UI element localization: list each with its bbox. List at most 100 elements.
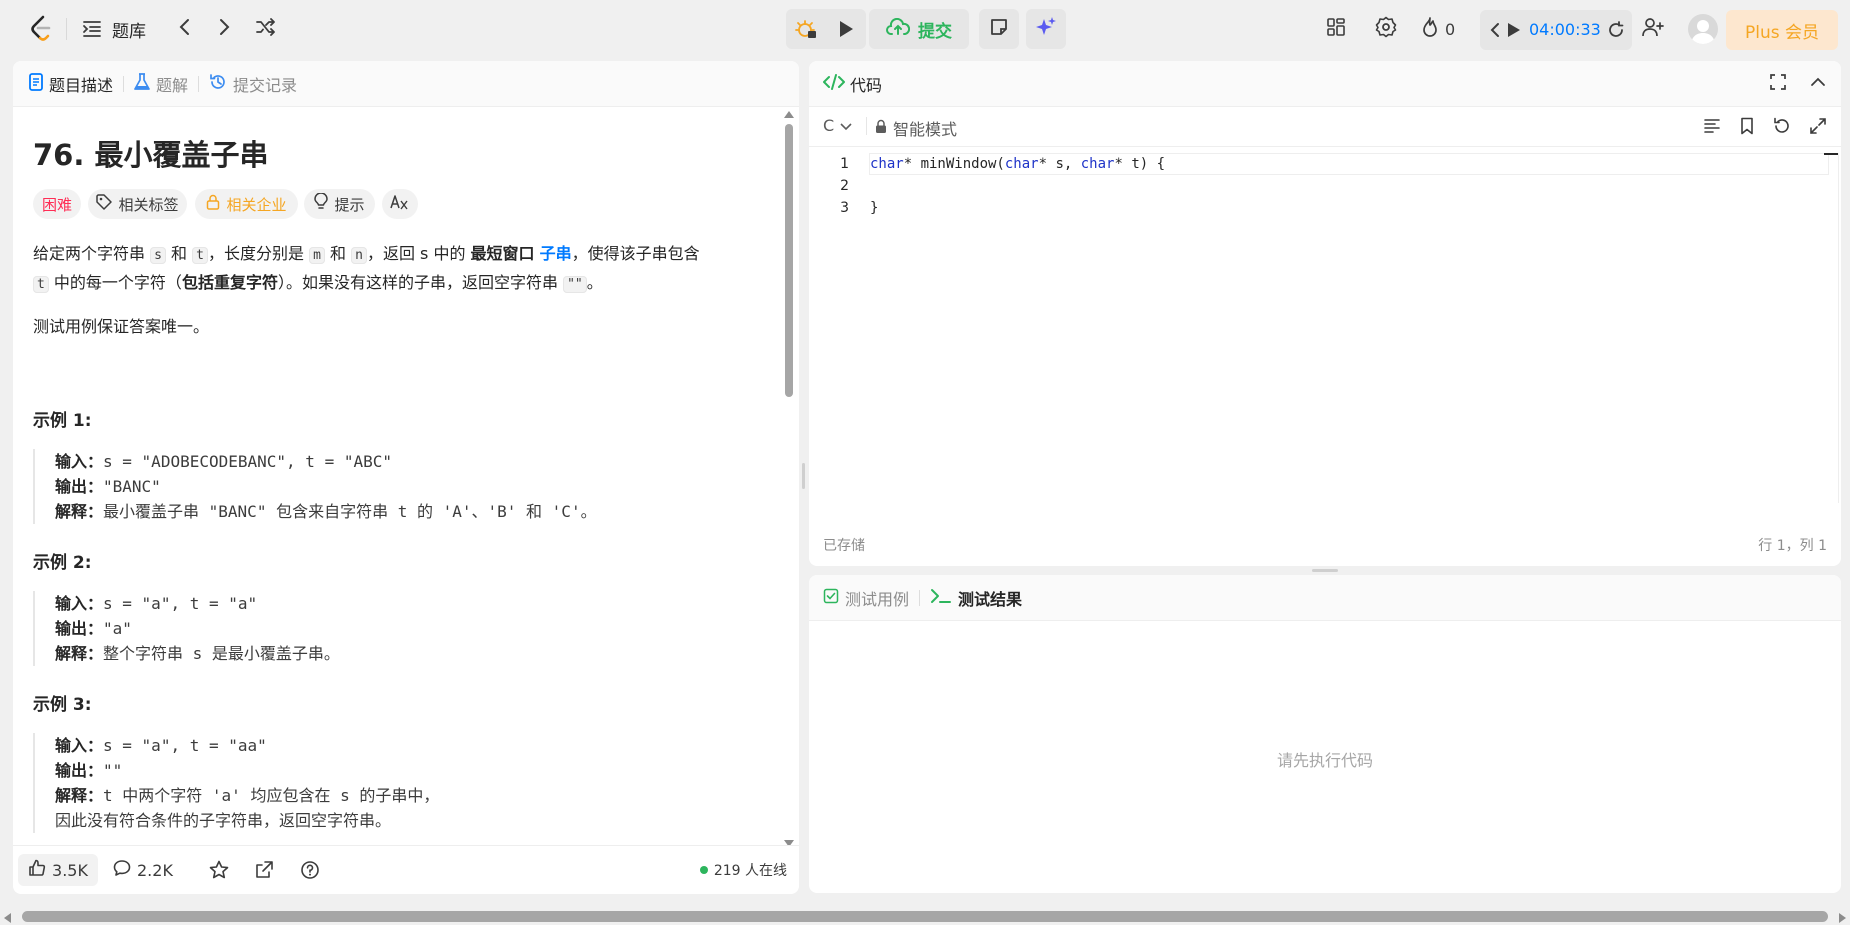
code-panel-controls — [1769, 73, 1841, 95]
related-tags-button[interactable]: 相关标签 — [88, 189, 187, 219]
leetcode-logo-icon[interactable] — [26, 14, 56, 44]
example-input: s = "a", t = "aa" — [103, 736, 267, 755]
code-editor[interactable]: 1 2 3 char* minWindow(char* s, char* t) … — [809, 147, 1841, 517]
maximize-icon[interactable] — [1769, 73, 1787, 95]
tab-test-cases[interactable]: 测试用例 — [809, 575, 919, 620]
ai-assistant-button[interactable] — [1026, 9, 1066, 49]
tab-submissions[interactable]: 提交记录 — [199, 61, 307, 106]
related-tags-label: 相关标签 — [118, 195, 179, 214]
example-input: s = "a", t = "a" — [103, 594, 258, 613]
tab-test-result-label: 测试结果 — [958, 589, 1023, 609]
notes-button[interactable] — [979, 9, 1019, 49]
divider — [66, 18, 67, 40]
code-panel-header: 代码 — [809, 61, 1841, 107]
fullscreen-expand-icon[interactable] — [1809, 117, 1827, 139]
layout-button[interactable] — [1324, 17, 1348, 41]
example-output: "a" — [103, 619, 132, 638]
desc-text: 。 — [586, 273, 603, 292]
format-align-icon[interactable] — [1703, 117, 1721, 139]
chevron-left-icon — [178, 18, 190, 40]
submit-button[interactable]: 提交 — [869, 9, 969, 49]
timer-collapse-icon[interactable] — [1490, 22, 1500, 42]
comments-button[interactable]: 2.2K — [113, 854, 173, 886]
favorite-button[interactable] — [209, 860, 229, 884]
smart-mode-toggle[interactable]: 智能模式 — [875, 116, 957, 140]
reset-undo-icon[interactable] — [1773, 117, 1791, 139]
timer-display: 04:00:33 — [1529, 20, 1601, 39]
tab-description-label: 题目描述 — [49, 75, 114, 95]
next-problem-button[interactable] — [213, 16, 237, 42]
code-text: * minWindow( — [903, 156, 1005, 172]
run-play-icon[interactable] — [826, 20, 866, 38]
desc-text: 和 — [330, 244, 347, 263]
submit-label: 提交 — [918, 21, 952, 42]
scroll-left-arrow[interactable] — [4, 913, 11, 923]
layout-grid-icon — [1326, 17, 1346, 41]
help-button[interactable] — [300, 860, 320, 884]
vertical-resize-handle[interactable] — [802, 463, 805, 489]
substring-link[interactable]: 子串 — [540, 244, 572, 263]
plus-member-button[interactable]: Plus 会员 — [1726, 10, 1838, 50]
debug-bug-icon[interactable] — [786, 18, 826, 40]
collapse-chevron-up-icon[interactable] — [1809, 73, 1827, 95]
share-button[interactable] — [254, 860, 274, 884]
scroll-up-arrow[interactable] — [784, 111, 794, 118]
timer-reset-icon[interactable] — [1607, 21, 1625, 43]
tab-code[interactable]: 代码 — [809, 61, 892, 106]
streak-count: 0 — [1445, 19, 1456, 39]
scroll-right-arrow[interactable] — [1839, 913, 1846, 923]
streak-counter[interactable]: 0 — [1421, 17, 1455, 41]
editor-ruler — [1838, 153, 1839, 503]
add-friend-button[interactable] — [1640, 17, 1666, 41]
translate-button[interactable] — [382, 189, 418, 219]
code-keyword: char — [1080, 156, 1115, 172]
problem-list-button[interactable]: 题库 — [82, 16, 146, 42]
horizontal-scroll-thumb[interactable] — [22, 911, 1828, 922]
share-icon — [254, 861, 274, 884]
related-companies-button[interactable]: 相关企业 — [195, 189, 298, 219]
terminal-icon — [930, 588, 952, 608]
prev-problem-button[interactable] — [172, 16, 196, 42]
desc-text: ，长度分别是 — [207, 244, 304, 263]
avatar[interactable] — [1688, 14, 1718, 44]
lightbulb-icon — [314, 192, 329, 215]
star-icon — [209, 860, 229, 884]
timer-play-icon[interactable] — [1507, 22, 1521, 42]
history-icon — [209, 73, 227, 95]
bookmark-icon[interactable] — [1739, 117, 1755, 139]
tab-solutions-label: 题解 — [156, 75, 189, 95]
cloud-upload-icon — [886, 17, 911, 41]
code-keyword: char — [870, 156, 904, 172]
online-dot-icon — [699, 866, 708, 874]
settings-button[interactable] — [1374, 16, 1398, 41]
example-explanation: 最小覆盖子串 "BANC" 包含来自字符串 t 的 'A'、'B' 和 'C'。 — [103, 502, 597, 521]
explain-label: 解释： — [55, 644, 104, 663]
explain-label: 解释： — [55, 502, 104, 521]
explain-label: 解释： — [55, 786, 104, 805]
online-count: 219 人在线 — [699, 860, 787, 880]
output-label: 输出： — [55, 619, 104, 638]
test-tabs: 测试用例 测试结果 — [809, 575, 1841, 621]
like-button[interactable]: 3.5K — [18, 854, 98, 886]
line-number: 3 — [840, 200, 849, 216]
scroll-thumb[interactable] — [785, 124, 793, 397]
problem-note: 测试用例保证答案唯一。 — [33, 317, 210, 336]
difficulty-badge: 困难 — [33, 189, 81, 219]
chevron-right-icon — [219, 18, 231, 40]
tab-code-label: 代码 — [850, 75, 883, 95]
description-scrollbar[interactable] — [783, 107, 795, 849]
desc-text: ）。如果没有这样的子串，返回空字符串 — [277, 273, 558, 292]
page-horizontal-scrollbar[interactable] — [0, 908, 1850, 925]
difficulty-label: 困难 — [41, 195, 72, 214]
hint-button[interactable]: 提示 — [304, 189, 375, 219]
desc-bold: 包括重复字符 — [181, 273, 278, 292]
language-select[interactable]: C — [823, 116, 852, 135]
inline-code: "" — [563, 276, 587, 293]
random-problem-button[interactable] — [253, 16, 279, 42]
horizontal-resize-handle[interactable] — [1312, 569, 1338, 572]
thumbs-up-icon — [28, 859, 46, 881]
input-label: 输入： — [55, 452, 104, 471]
tab-test-result[interactable]: 测试结果 — [920, 575, 1032, 620]
tab-solutions[interactable]: 题解 — [124, 61, 198, 106]
tab-description[interactable]: 题目描述 — [13, 61, 123, 106]
